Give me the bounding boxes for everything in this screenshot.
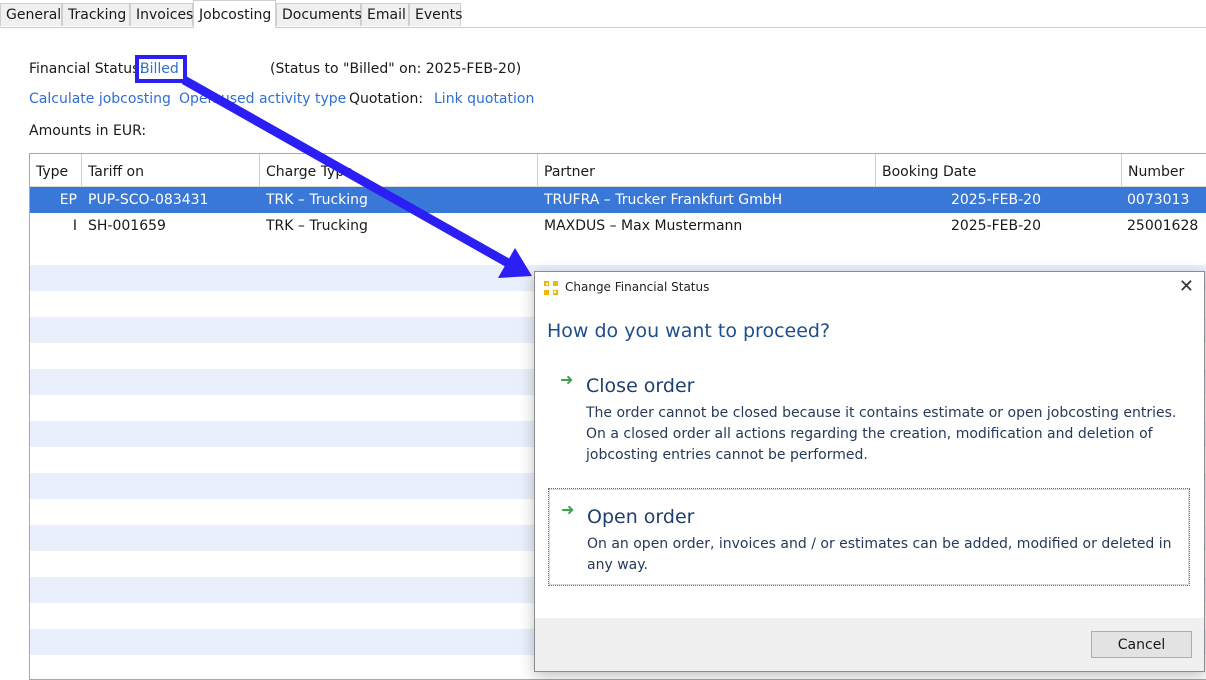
tab-events[interactable]: Events [409, 3, 462, 26]
table-row[interactable]: I SH-001659 TRK – Trucking MAXDUS – Max … [30, 213, 1206, 239]
option-description: On an open order, invoices and / or esti… [587, 536, 1172, 573]
empty-row [30, 239, 1206, 265]
arrow-right-icon: ➜ [561, 500, 575, 519]
tab-tracking[interactable]: Tracking [62, 3, 130, 26]
column-header-type[interactable]: Type [30, 154, 82, 186]
row-partner: TRUFRA – Trucker Frankfurt GmbH [544, 192, 783, 208]
tab-invoices[interactable]: Invoices [130, 3, 193, 26]
tab-general[interactable]: General [0, 3, 62, 26]
column-header-booking-date[interactable]: Booking Date [876, 154, 1122, 186]
calculate-jobcosting-link[interactable]: Calculate jobcosting [29, 91, 171, 107]
column-header-partner[interactable]: Partner [538, 154, 876, 186]
quotation-label: Quotation: [349, 91, 424, 107]
row-booking-date: 2025-FEB-20 [950, 192, 1041, 208]
cancel-button[interactable]: Cancel [1091, 631, 1192, 658]
open-activity-type-link[interactable]: Open used activity type [179, 91, 346, 107]
status-note: (Status to "Billed" on: 2025-FEB-20) [270, 61, 522, 77]
column-header-number[interactable]: Number [1122, 154, 1206, 186]
option-title: Close order [586, 375, 695, 397]
dialog-title-bar: Change Financial Status ✕ [535, 272, 1204, 304]
tab-email[interactable]: Email [361, 3, 409, 26]
row-charge-type: TRK – Trucking [266, 218, 368, 234]
close-icon[interactable]: ✕ [1179, 276, 1194, 297]
row-type: EP [59, 192, 77, 208]
app-logo-icon [544, 281, 558, 295]
arrow-right-icon: ➜ [560, 370, 574, 389]
row-number: 25001628 [1127, 218, 1199, 234]
row-number: 0073013 [1127, 192, 1190, 208]
tab-jobcosting[interactable]: Jobcosting [193, 0, 276, 28]
table-row[interactable]: EP PUP-SCO-083431 TRK – Trucking TRUFRA … [30, 187, 1206, 213]
row-type: I [72, 218, 77, 234]
financial-status-label: Financial Status: [29, 61, 145, 77]
row-partner: MAXDUS – Max Mustermann [544, 218, 743, 234]
row-charge-type: TRK – Trucking [266, 192, 368, 208]
amounts-currency-label: Amounts in EUR: [29, 123, 147, 139]
row-tariff: SH-001659 [88, 218, 166, 234]
option-description: The order cannot be closed because it co… [586, 405, 1177, 463]
grid-header: Type Tariff on Charge Type Partner Booki… [30, 154, 1206, 187]
dialog-footer: Cancel [535, 618, 1204, 671]
dialog-question: How do you want to proceed? [547, 320, 831, 342]
close-order-option[interactable]: ➜ Close order The order cannot be closed… [548, 366, 1190, 470]
link-quotation-link[interactable]: Link quotation [434, 91, 534, 107]
column-header-tariff[interactable]: Tariff on [82, 154, 260, 186]
column-header-charge-type[interactable]: Charge Type [260, 154, 538, 186]
open-order-option[interactable]: ➜ Open order On an open order, invoices … [548, 488, 1190, 586]
tab-documents[interactable]: Documents [276, 3, 362, 26]
row-tariff: PUP-SCO-083431 [88, 192, 209, 208]
row-booking-date: 2025-FEB-20 [950, 218, 1041, 234]
dialog-title: Change Financial Status [565, 280, 710, 294]
change-financial-status-dialog: Change Financial Status ✕ How do you wan… [534, 271, 1205, 672]
tab-bar: General Tracking Invoices Jobcosting Doc… [0, 0, 1206, 28]
option-title: Open order [587, 506, 695, 528]
annotation-highlight-box [135, 55, 187, 83]
